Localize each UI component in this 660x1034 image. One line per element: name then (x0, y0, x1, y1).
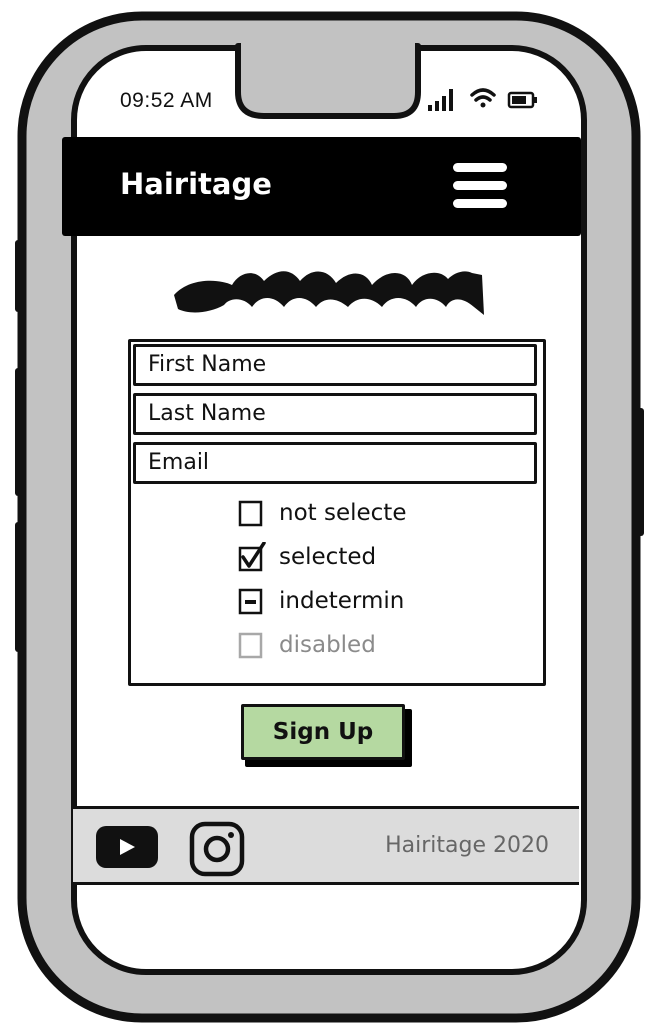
checkbox-label: not selecte (279, 500, 407, 526)
status-icons (426, 84, 541, 119)
footer: Hairitage 2020 (73, 806, 579, 885)
checkbox-disabled: disabled (236, 630, 376, 660)
checkbox-label: selected (279, 544, 377, 570)
checkbox-not-selected[interactable]: not selecte (236, 498, 406, 528)
checkbox-indeterminate[interactable]: indetermin (236, 586, 404, 616)
checkbox-selected[interactable]: selected (236, 542, 376, 572)
checkbox-unchecked-icon[interactable] (236, 498, 266, 528)
logo-scribble-icon (174, 271, 484, 315)
signup-form: First Name Last Name Email not selecte s… (128, 339, 546, 686)
email-field[interactable]: Email (133, 442, 537, 484)
checkbox-label: indetermin (279, 588, 405, 614)
hamburger-menu-icon[interactable] (450, 161, 510, 211)
wifi-icon (470, 88, 496, 108)
checkbox-indeterminate-icon[interactable] (236, 586, 266, 616)
youtube-icon[interactable] (95, 824, 159, 870)
app-title: Hairitage (120, 167, 272, 201)
app-header: Hairitage (62, 137, 581, 236)
first-name-field[interactable]: First Name (133, 344, 537, 386)
status-time: 09:52 AM (120, 89, 213, 112)
copyright-text: Hairitage 2020 (385, 833, 549, 858)
checkbox-disabled-icon (238, 632, 263, 659)
instagram-icon[interactable] (189, 821, 245, 877)
last-name-field[interactable]: Last Name (133, 393, 537, 435)
signup-button[interactable]: Sign Up (241, 704, 405, 760)
battery-icon (507, 91, 537, 109)
signal-icon (428, 89, 453, 111)
checkbox-checked-icon[interactable] (236, 542, 266, 572)
checkbox-label: disabled (279, 632, 376, 658)
